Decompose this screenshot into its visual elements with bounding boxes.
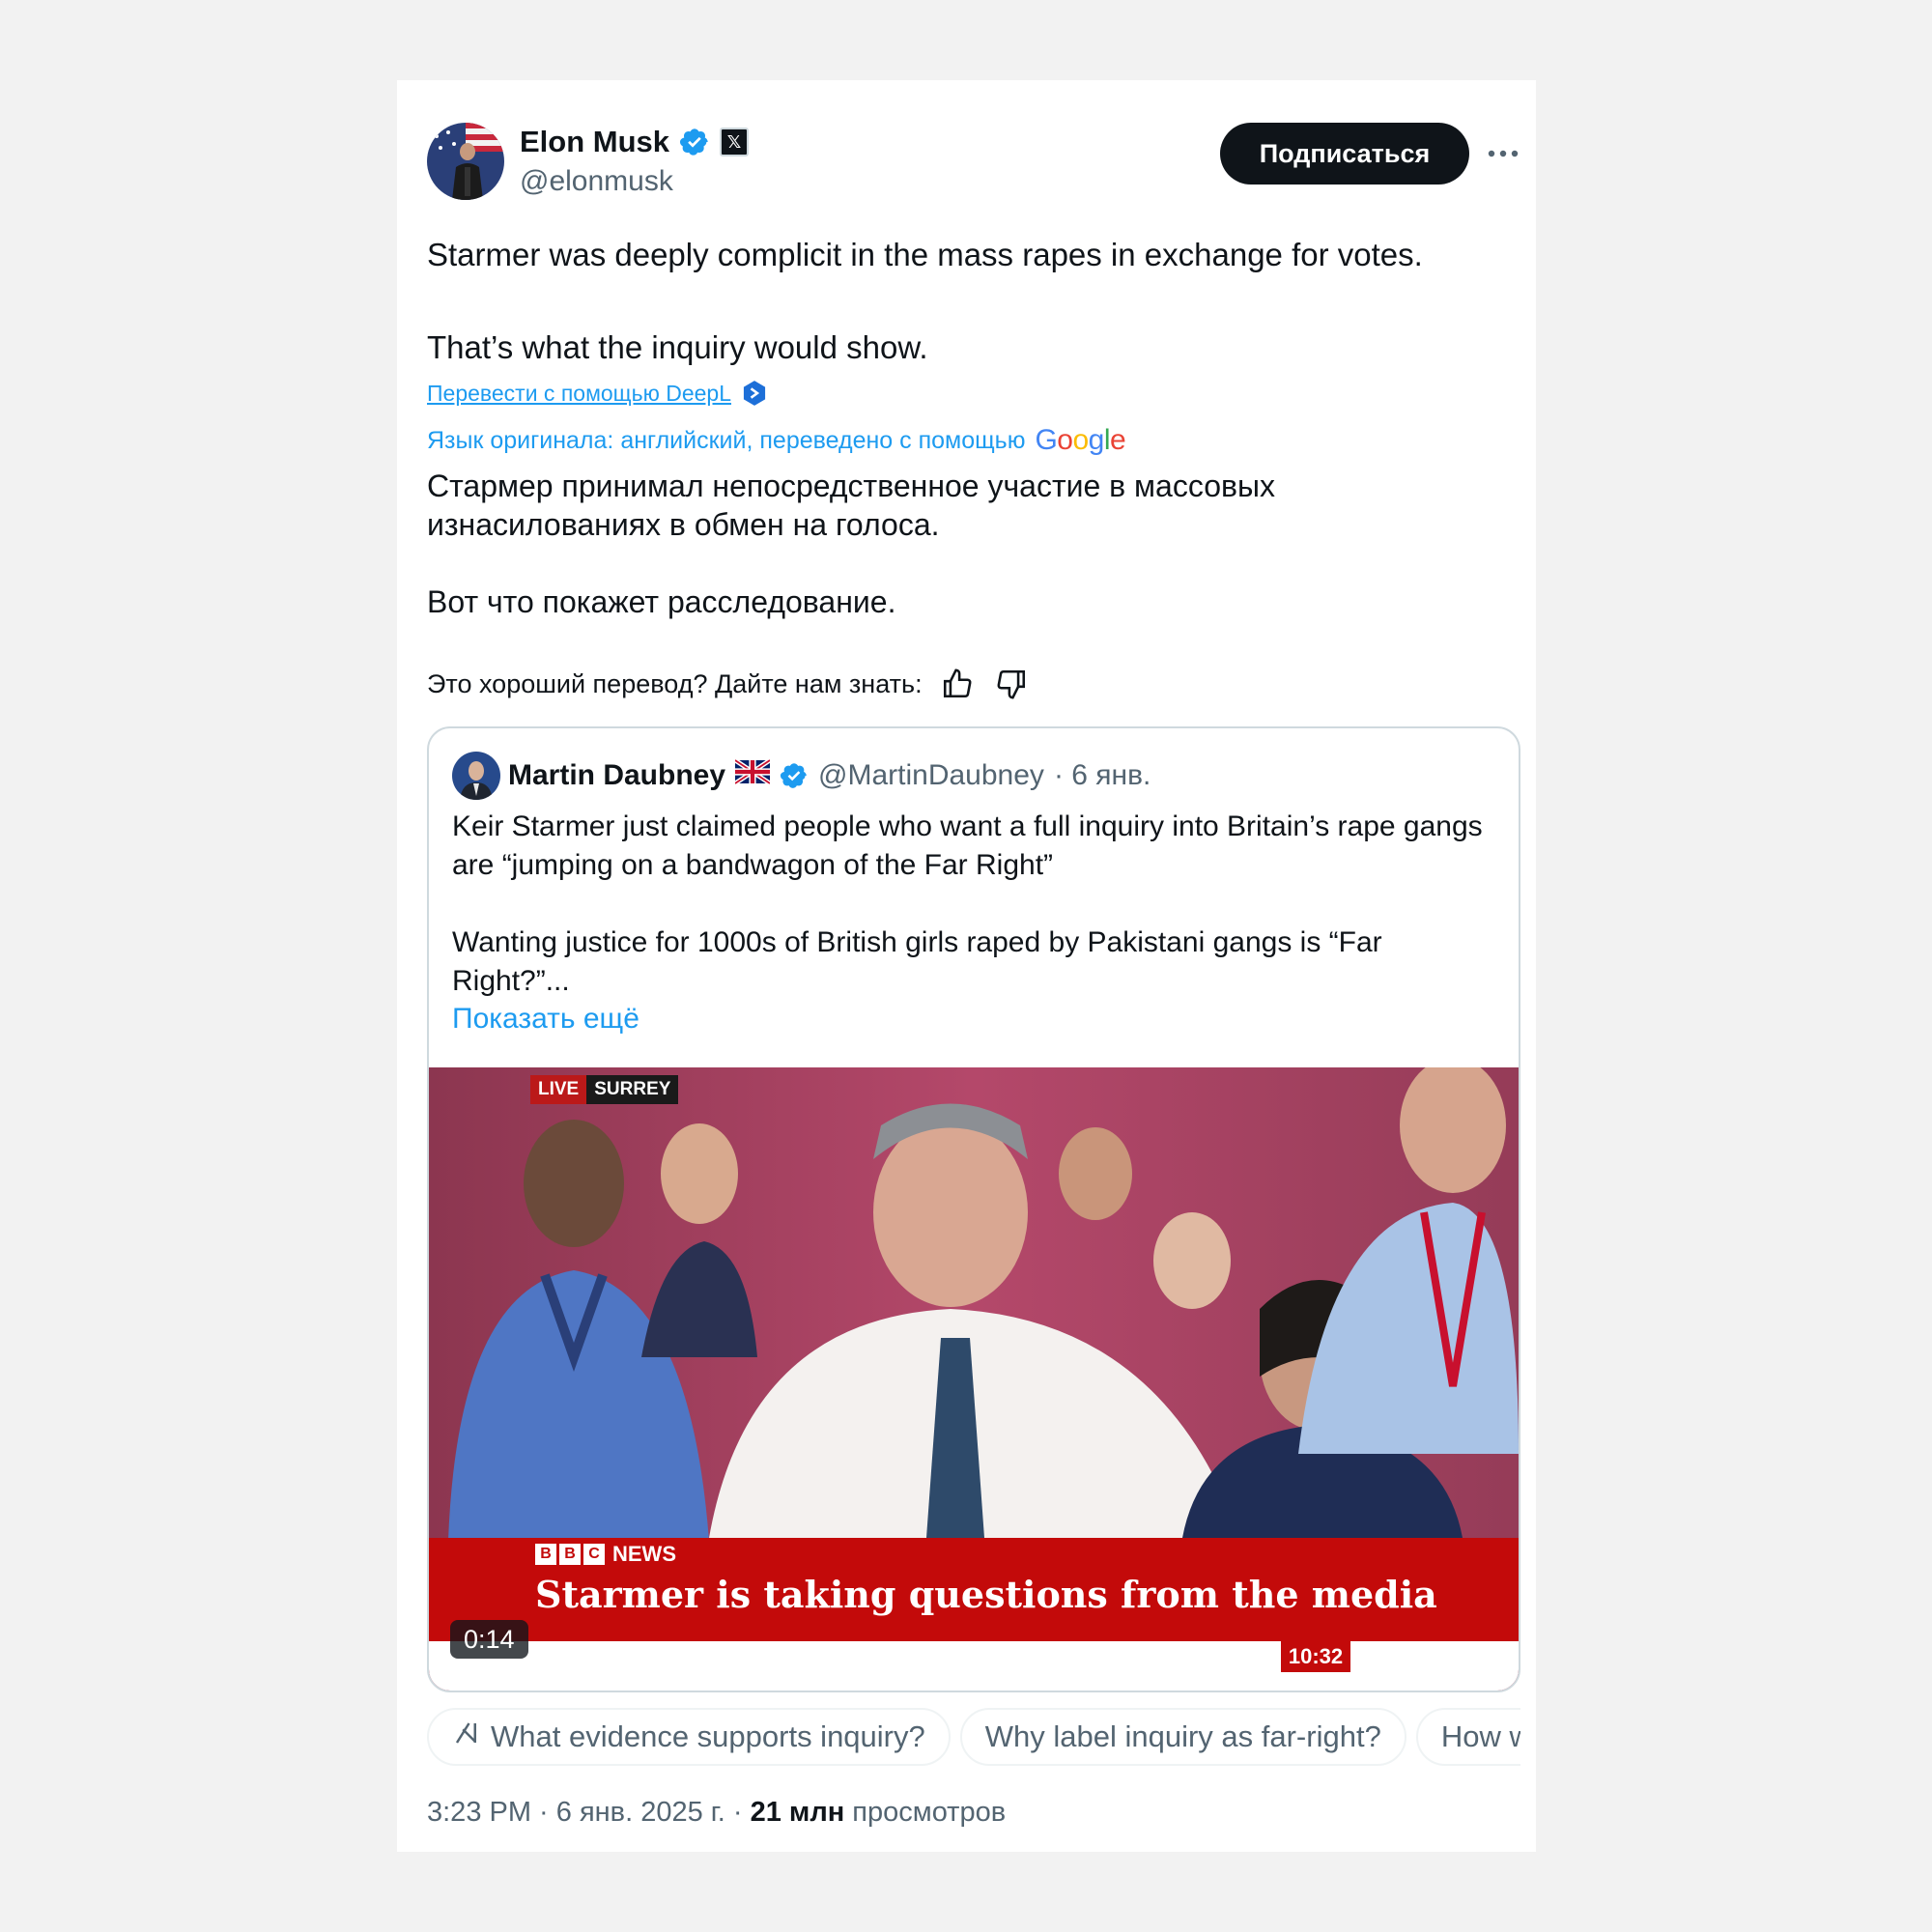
views-label: просмотров xyxy=(852,1797,1007,1828)
grok-chip[interactable]: How w xyxy=(1415,1708,1520,1766)
author-handle[interactable]: @elonmusk xyxy=(520,165,673,198)
bbc-news-banner: B B C NEWS Starmer is taking questions f… xyxy=(429,1538,1519,1641)
feedback-label: Это хороший перевод? Дайте нам знать: xyxy=(427,668,923,698)
quote-author-handle[interactable]: @MartinDaubney xyxy=(818,759,1044,792)
translate-deepl-label: Перевести с помощью DeepL xyxy=(427,380,731,406)
news-headline: Starmer is taking questions from the med… xyxy=(535,1573,1437,1616)
broadcast-clock: 10:32 xyxy=(1281,1641,1350,1672)
quote-author-avatar[interactable] xyxy=(452,752,500,800)
translation-feedback: Это хороший перевод? Дайте нам знать: xyxy=(427,665,1031,703)
grok-chip-label: What evidence supports inquiry? xyxy=(491,1719,925,1753)
video-duration: 0:14 xyxy=(450,1620,528,1659)
tweet-meta: 3:23 PM · 6 янв. 2025 г. · 21 млн просмо… xyxy=(427,1797,1006,1829)
show-more-link[interactable]: Показать ещё xyxy=(452,1003,639,1036)
live-label: LIVE xyxy=(530,1075,587,1104)
views-count: 21 млн xyxy=(750,1797,845,1828)
channel-label: NEWS xyxy=(612,1542,676,1566)
quote-verified-badge-icon[interactable] xyxy=(780,761,809,790)
tweet-text: Starmer was deeply complicit in the mass… xyxy=(427,237,1423,365)
bbc-news-logo: B B C NEWS xyxy=(535,1542,676,1567)
bbc-logo-c: C xyxy=(583,1544,605,1565)
translate-deepl-link[interactable]: Перевести с помощью DeepL xyxy=(427,380,768,407)
grok-chip-label: How w xyxy=(1440,1719,1520,1753)
author-name[interactable]: Elon Musk xyxy=(520,125,669,159)
location-label: SURREY xyxy=(586,1075,679,1104)
original-language-label: Язык оригинала: английский, переведено с… xyxy=(427,426,1026,454)
quote-author-name[interactable]: Martin Daubney xyxy=(508,759,725,792)
deepl-icon xyxy=(743,381,766,406)
x-affiliate-icon[interactable]: 𝕏 xyxy=(720,128,750,156)
verified-badge-icon[interactable] xyxy=(679,127,710,157)
follow-button[interactable]: Подписаться xyxy=(1220,123,1469,185)
news-ticker xyxy=(429,1641,1519,1690)
video-player[interactable]: LIVE SURREY B B C NEWS Starmer is taking… xyxy=(429,1067,1519,1690)
more-options-icon[interactable] xyxy=(1484,134,1522,173)
original-language-note: Язык оригинала: английский, переведено с… xyxy=(427,424,1126,457)
quote-text: Keir Starmer just claimed people who wan… xyxy=(452,810,1483,997)
author-name-row: Elon Musk 𝕏 xyxy=(520,123,750,161)
thumbs-up-icon[interactable] xyxy=(938,665,977,703)
translated-text: Стармер принимал непосредственное участи… xyxy=(427,469,1275,619)
quote-date[interactable]: · 6 янв. xyxy=(1054,759,1151,792)
timestamp[interactable]: 3:23 PM · 6 янв. 2025 г. · xyxy=(427,1797,743,1829)
tweet-card: Elon Musk 𝕏 @elonmusk Подписаться Starme… xyxy=(397,80,1536,1852)
bbc-logo-b1: B xyxy=(535,1544,556,1565)
live-tag: LIVE SURREY xyxy=(530,1075,679,1104)
grok-chip-label: Why label inquiry as far-right? xyxy=(984,1719,1381,1753)
grok-icon xyxy=(452,1719,481,1755)
google-logo-icon: Google xyxy=(1035,424,1126,456)
thumbs-down-icon[interactable] xyxy=(992,665,1031,703)
quote-header: Martin Daubney @MartinDaubney · 6 янв. xyxy=(508,755,1151,796)
uk-flag-icon xyxy=(733,758,772,792)
grok-chip[interactable]: What evidence supports inquiry? xyxy=(427,1708,951,1766)
grok-suggestions: What evidence supports inquiry? Why labe… xyxy=(427,1708,1520,1768)
author-avatar[interactable] xyxy=(427,123,504,200)
grok-chip[interactable]: Why label inquiry as far-right? xyxy=(959,1708,1406,1766)
bbc-logo-b2: B xyxy=(559,1544,581,1565)
quoted-tweet[interactable]: Martin Daubney @MartinDaubney · 6 янв. K… xyxy=(427,726,1520,1692)
